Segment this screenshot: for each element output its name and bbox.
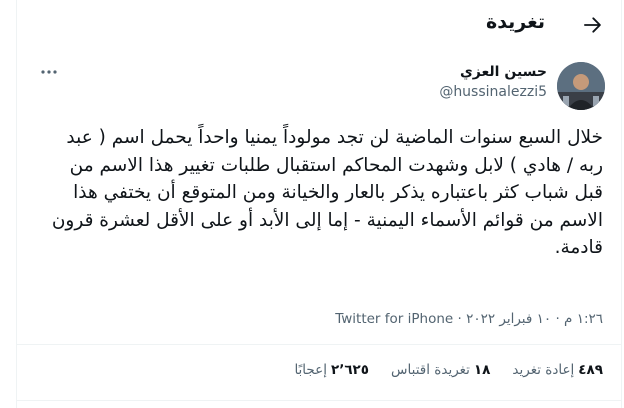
tweet-stats: ٤٨٩إعادة تغريد ١٨تغريدة اقتباس ٢٬٦٢٥إعجا… [294, 362, 603, 378]
quotes-stat[interactable]: ١٨تغريدة اقتباس [391, 362, 490, 378]
avatar-photo [557, 62, 605, 110]
avatar[interactable] [557, 62, 605, 110]
meta-separator-2: · [457, 311, 462, 327]
author-handle[interactable]: @hussinalezzi5 [439, 82, 547, 102]
likes-stat[interactable]: ٢٬٦٢٥إعجابًا [294, 362, 369, 378]
divider [17, 344, 621, 345]
tweet-time[interactable]: ١:٢٦ م [564, 311, 603, 327]
page-title: تغريدة [485, 11, 545, 33]
tweet-page: تغريدة حسين العزي @hussinalezzi5 خلال ال… [16, 0, 622, 408]
retweets-stat[interactable]: ٤٨٩إعادة تغريد [512, 362, 603, 378]
tweet-date[interactable]: ١٠ فبراير ٢٠٢٢ [466, 311, 551, 327]
back-arrow-icon [584, 17, 601, 33]
more-button[interactable] [37, 62, 61, 82]
more-dots-icon [41, 70, 57, 74]
author-block[interactable]: حسين العزي @hussinalezzi5 [439, 62, 547, 102]
divider-bottom [17, 400, 621, 401]
back-button[interactable] [579, 12, 605, 38]
quotes-count: ١٨ [473, 362, 491, 378]
retweets-label: إعادة تغريد [512, 362, 575, 378]
tweet-text: خلال السبع سنوات الماضية لن تجد مولوداً … [51, 127, 603, 258]
tweet-meta: ١:٢٦ م · ١٠ فبراير ٢٠٢٢ · Twitter for iP… [335, 311, 603, 327]
page-header: تغريدة [17, 0, 621, 52]
author-name[interactable]: حسين العزي [439, 62, 547, 82]
retweets-count: ٤٨٩ [578, 362, 603, 378]
meta-separator: · [555, 311, 560, 327]
tweet-source[interactable]: Twitter for iPhone [335, 311, 453, 327]
quotes-label: تغريدة اقتباس [391, 362, 470, 378]
likes-label: إعجابًا [294, 362, 327, 378]
likes-count: ٢٬٦٢٥ [330, 362, 370, 378]
